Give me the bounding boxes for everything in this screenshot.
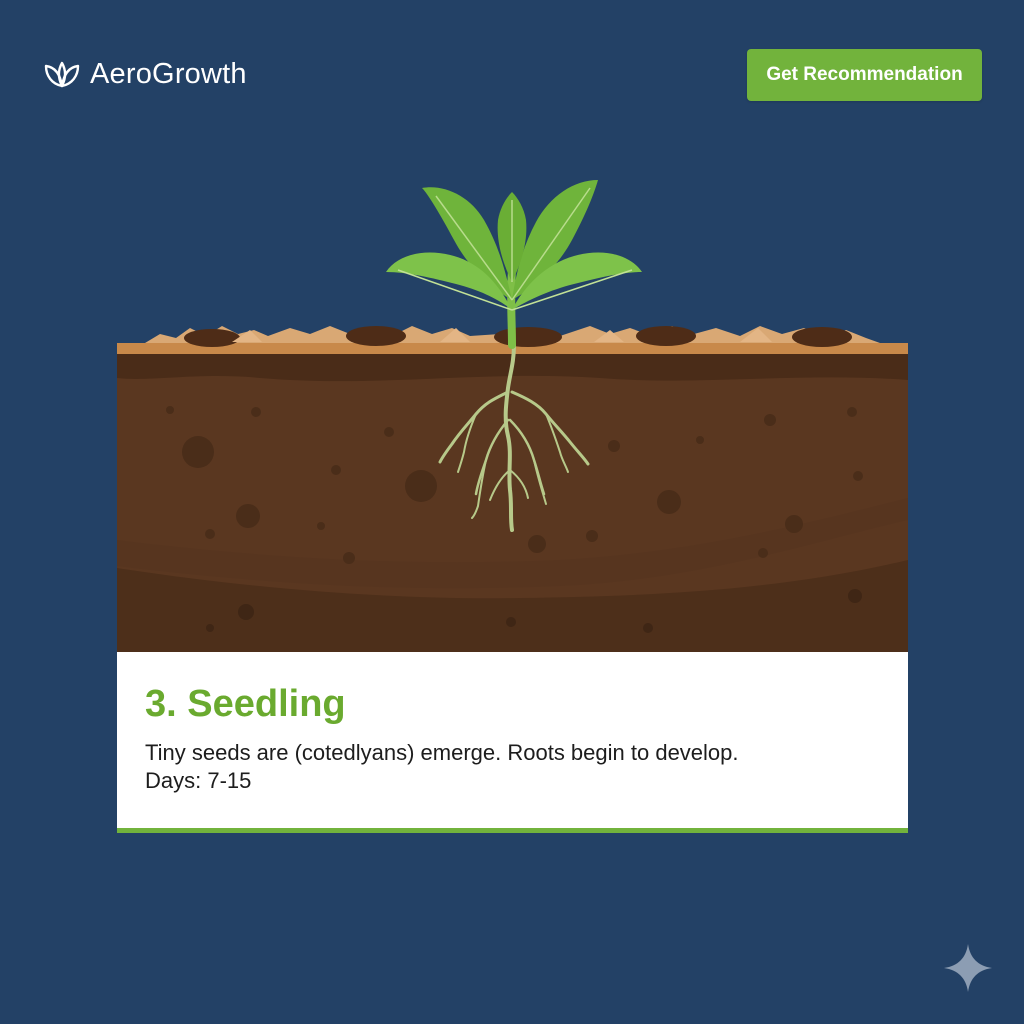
stage-days: Days: 7-15 <box>145 768 252 793</box>
stage-description: Tiny seeds are (cotedlyans) emerge. Root… <box>145 740 739 765</box>
brand-logo[interactable]: AeroGrowth <box>42 54 247 94</box>
stage-title: 3. Seedling <box>145 683 346 725</box>
sparkle-icon <box>944 944 992 992</box>
get-recommendation-button[interactable]: Get Recommendation <box>747 49 982 101</box>
leaves-icon <box>44 61 80 88</box>
stage-info-card: 3. Seedling Tiny seeds are (cotedlyans) … <box>117 652 908 833</box>
seedling-plant-illustration <box>117 180 908 652</box>
brand-name: AeroGrowth <box>90 57 247 90</box>
seedling-leaves <box>386 180 642 349</box>
